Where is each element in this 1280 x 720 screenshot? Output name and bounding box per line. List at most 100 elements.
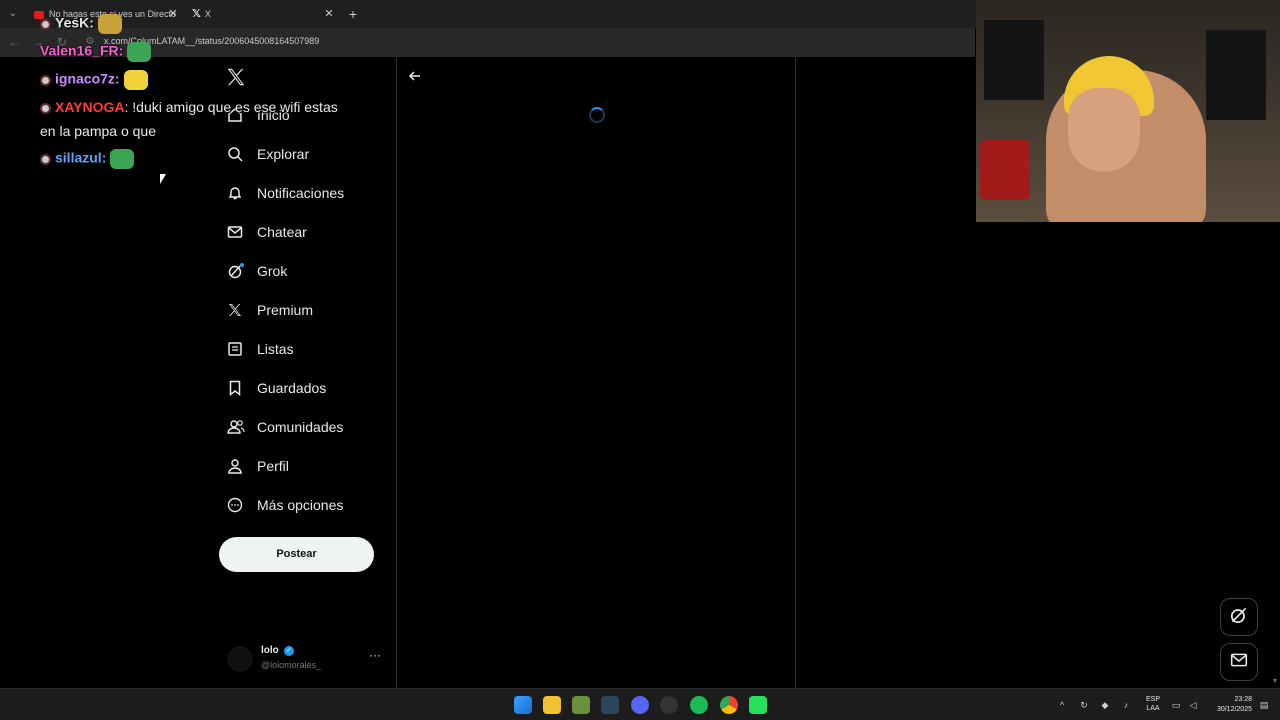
chat-message: YesK: (40, 14, 122, 34)
language-indicator[interactable]: ESP LAA (1144, 695, 1162, 713)
sidebar-item-explorar[interactable]: Explorar (220, 135, 390, 173)
emote-icon (110, 149, 135, 169)
chat-message: XAYNOGA: !duki amigo que es ese wifi est… (40, 99, 338, 115)
loading-spinner (589, 107, 605, 123)
sidebar-item-label: Explorar (257, 146, 310, 162)
grok-icon (220, 260, 250, 282)
emote-icon (123, 70, 148, 90)
x-icon: 𝕏 (192, 8, 201, 20)
sidebar-item-premium[interactable]: Premium (220, 291, 390, 329)
discord-icon[interactable] (631, 696, 649, 714)
clock-date: 30/12/2025 (1216, 706, 1252, 713)
chat-username: XAYNOGA (55, 99, 125, 115)
volume-icon[interactable]: ◁ (1187, 699, 1199, 711)
kick-icon[interactable] (749, 696, 767, 714)
chat-username: ignaco7z (55, 70, 115, 87)
more-circle-icon (220, 494, 250, 516)
column-divider (795, 58, 796, 688)
windows-start-icon[interactable] (514, 696, 532, 714)
clock-time: 23:28 (1234, 696, 1252, 703)
person-icon (220, 455, 250, 477)
mouse-cursor (160, 174, 166, 184)
file-explorer-icon[interactable] (543, 696, 561, 714)
tab-title: X (204, 9, 211, 19)
search-icon (220, 143, 250, 165)
emote-icon (127, 42, 152, 62)
account-switcher[interactable]: lolo ✓ @lolomorales_ ··· (227, 644, 387, 674)
emote-icon (97, 14, 122, 34)
sidebar-item-listas[interactable]: Listas (220, 330, 390, 368)
user-badge-icon (40, 102, 51, 114)
sidebar-item-label: Comunidades (257, 419, 344, 435)
clock[interactable]: 23:28 30/12/2025 (1206, 695, 1252, 715)
streamer-face (1068, 88, 1140, 172)
user-badge-icon (40, 153, 51, 165)
x-logo[interactable] (225, 66, 247, 88)
post-button[interactable]: Postear (219, 537, 374, 572)
messages-fab-button[interactable] (1220, 643, 1258, 681)
grok-fab-button[interactable] (1220, 598, 1258, 636)
sidebar-item-perfil[interactable]: Perfil (220, 447, 390, 485)
language-code: ESP (1145, 696, 1160, 703)
chat-username: YesK (55, 14, 90, 31)
sidebar-item-label: Guardados (257, 380, 327, 396)
sync-icon[interactable]: ↻ (1078, 699, 1090, 711)
sidebar-item-comunidades[interactable]: Comunidades (220, 408, 390, 446)
account-name: lolo (261, 645, 279, 656)
bookmark-icon (220, 377, 250, 399)
sidebar-item-label: Más opciones (257, 497, 344, 513)
back-icon[interactable]: ← (6, 34, 22, 50)
keyboard-layout: LAA (1146, 705, 1160, 712)
tab-x[interactable]: 𝕏X (190, 4, 320, 24)
network-icon[interactable]: ▭ (1170, 699, 1182, 711)
sidebar-item-chatear[interactable]: Chatear (220, 213, 390, 251)
close-tab-icon[interactable]: ✕ (322, 4, 336, 24)
verified-badge-icon: ✓ (284, 646, 294, 656)
chevron-down-icon[interactable]: ⌄ (4, 5, 22, 23)
account-handle: @lolomorales_ (261, 660, 322, 670)
microphone-icon[interactable]: ♪ (1120, 699, 1132, 711)
chat-text: !duki amigo que es ese wifi estas (132, 99, 338, 115)
sidebar-item-grok[interactable]: Grok (220, 252, 390, 290)
list-icon (220, 338, 250, 360)
sidebar-item-label: Perfil (257, 458, 289, 474)
steam-icon[interactable] (601, 696, 619, 714)
sidebar-item-guardados[interactable]: Guardados (220, 369, 390, 407)
notifications-icon[interactable]: ▤ (1258, 699, 1270, 711)
minecraft-icon[interactable] (572, 696, 590, 714)
people-icon (220, 416, 250, 438)
sidebar-item-label: Premium (257, 302, 314, 318)
close-tab-icon[interactable]: ✕ (166, 4, 180, 24)
chat-message: ignaco7z: (40, 70, 148, 90)
chat-message: en la pampa o que (40, 123, 156, 139)
sidebar-item-label: Grok (257, 263, 288, 279)
bell-icon (220, 182, 250, 204)
webcam-overlay (976, 0, 1280, 222)
grok-icon (1229, 605, 1249, 630)
back-arrow-icon[interactable] (406, 67, 424, 85)
sidebar-item-mas-opciones[interactable]: Más opciones (220, 486, 390, 524)
sidebar-item-label: Listas (257, 341, 294, 357)
chatgpt-icon[interactable] (660, 696, 678, 714)
plus-icon[interactable]: + (346, 4, 360, 24)
mail-icon (1229, 651, 1249, 674)
column-divider (396, 58, 397, 688)
user-badge-icon (40, 74, 51, 86)
user-badge-icon (40, 18, 51, 30)
scroll-down-icon[interactable]: ▼ (1270, 678, 1280, 688)
spotify-icon[interactable] (690, 696, 708, 714)
avatar (227, 646, 253, 672)
taskbar: ^ ↻ ◆ ♪ ESP LAA ▭ ◁ 23:28 30/12/2025 ▤ (0, 688, 1280, 720)
chrome-icon[interactable] (720, 696, 738, 714)
chat-message: sillazul: (40, 149, 135, 169)
more-icon[interactable]: ··· (369, 648, 381, 662)
chevron-up-icon[interactable]: ^ (1056, 699, 1068, 711)
shield-icon[interactable]: ◆ (1099, 699, 1111, 711)
background-object (980, 140, 1030, 200)
chat-username: Valen16_FR (40, 42, 119, 59)
sidebar-item-label: Notificaciones (257, 185, 345, 201)
sidebar-item-label: Chatear (257, 224, 307, 240)
background-window (984, 20, 1044, 100)
sidebar-item-notificaciones[interactable]: Notificaciones (220, 174, 390, 212)
background-window (1206, 30, 1266, 120)
